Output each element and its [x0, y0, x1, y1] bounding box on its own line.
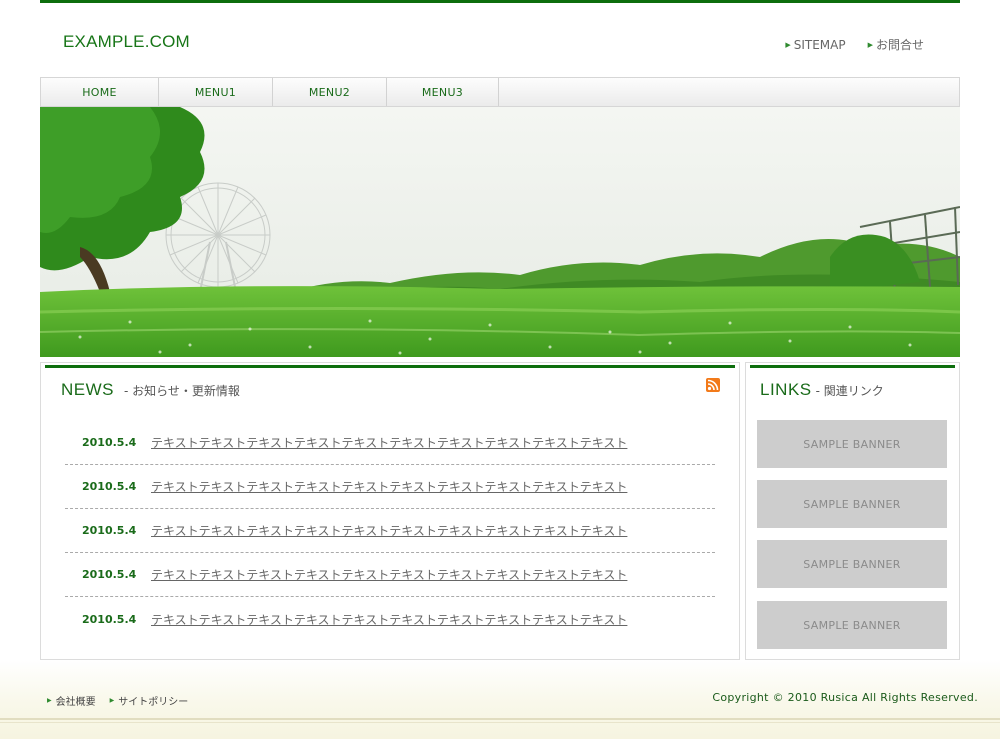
list-item: 2010.5.4 テキストテキストテキストテキストテキストテキストテキストテキス…: [65, 465, 715, 509]
arrow-right-icon: ▶: [47, 697, 52, 704]
rss-icon[interactable]: [706, 378, 720, 392]
list-item: 2010.5.4 テキストテキストテキストテキストテキストテキストテキストテキス…: [65, 509, 715, 553]
links-accent-bar: [750, 365, 955, 368]
list-item: 2010.5.4 テキストテキストテキストテキストテキストテキストテキストテキス…: [65, 421, 715, 465]
news-accent-bar: [45, 365, 735, 368]
news-link[interactable]: テキストテキストテキストテキストテキストテキストテキストテキストテキストテキスト: [151, 611, 627, 628]
arrow-right-icon: ▶: [785, 40, 791, 49]
arrow-right-icon: ▶: [867, 40, 873, 49]
nav-item-menu1[interactable]: MENU1: [159, 78, 273, 106]
footer-link-label: サイトポリシー: [118, 697, 189, 708]
contact-label: お問合せ: [875, 38, 924, 52]
hero-image: [40, 107, 960, 357]
news-link[interactable]: テキストテキストテキストテキストテキストテキストテキストテキストテキストテキスト: [151, 478, 627, 495]
arrow-right-icon: ▶: [109, 697, 115, 704]
footer-divider: [0, 718, 1000, 720]
footer-links: ▶ 会社概要 ▶ サイトポリシー: [47, 693, 188, 708]
list-item: 2010.5.4 テキストテキストテキストテキストテキストテキストテキストテキス…: [65, 553, 715, 597]
list-item: 2010.5.4 テキストテキストテキストテキストテキストテキストテキストテキス…: [65, 597, 715, 641]
news-date: 2010.5.4: [82, 524, 137, 537]
global-nav: HOME MENU1 MENU2 MENU3: [40, 77, 960, 107]
top-accent-line: [40, 0, 960, 3]
news-section: NEWS - お知らせ・更新情報 2010.5.4 テキストテキストテキストテキ…: [40, 362, 740, 660]
news-date: 2010.5.4: [82, 612, 137, 626]
links-subtitle: - 関連リンク: [815, 384, 884, 398]
nav-item-menu2[interactable]: MENU2: [273, 78, 387, 106]
news-link[interactable]: テキストテキストテキストテキストテキストテキストテキストテキストテキストテキスト: [151, 566, 627, 583]
sample-banner-3[interactable]: SAMPLE BANNER: [757, 540, 947, 588]
news-list: 2010.5.4 テキストテキストテキストテキストテキストテキストテキストテキス…: [65, 421, 715, 641]
sample-banner-2[interactable]: SAMPLE BANNER: [757, 480, 947, 528]
news-title: NEWS: [61, 380, 114, 399]
news-link[interactable]: テキストテキストテキストテキストテキストテキストテキストテキストテキストテキスト: [151, 434, 627, 451]
sitemap-link[interactable]: ▶ SITEMAP: [785, 36, 845, 53]
news-date: 2010.5.4: [82, 568, 137, 581]
footer-divider: [0, 722, 1000, 723]
footer-link-company[interactable]: ▶ 会社概要: [47, 693, 96, 708]
footer-link-label: 会社概要: [55, 697, 96, 708]
news-date: 2010.5.4: [82, 480, 137, 493]
news-date: 2010.5.4: [82, 436, 137, 449]
nav-item-home[interactable]: HOME: [41, 78, 159, 106]
sample-banner-4[interactable]: SAMPLE BANNER: [757, 601, 947, 649]
site-logo[interactable]: EXAMPLE.COM: [63, 32, 190, 52]
news-heading: NEWS - お知らせ・更新情報: [61, 380, 240, 400]
footer-link-policy[interactable]: ▶ サイトポリシー: [110, 693, 189, 708]
nav-item-menu3[interactable]: MENU3: [387, 78, 499, 106]
copyright-text: Copyright © 2010 Rusica All Rights Reser…: [712, 691, 978, 704]
sample-banner-1[interactable]: SAMPLE BANNER: [757, 420, 947, 468]
links-heading: LINKS - 関連リンク: [760, 380, 884, 400]
contact-link[interactable]: ▶ お問合せ: [868, 36, 924, 53]
news-link[interactable]: テキストテキストテキストテキストテキストテキストテキストテキストテキストテキスト: [151, 522, 627, 539]
utility-nav: ▶ SITEMAP ▶ お問合せ: [785, 36, 924, 53]
links-section: LINKS - 関連リンク SAMPLE BANNER SAMPLE BANNE…: [745, 362, 960, 660]
sitemap-label: SITEMAP: [793, 37, 846, 52]
footer: ▶ 会社概要 ▶ サイトポリシー Copyright © 2010 Rusica…: [0, 660, 1000, 739]
news-subtitle: - お知らせ・更新情報: [124, 384, 240, 398]
links-title: LINKS: [760, 380, 812, 399]
